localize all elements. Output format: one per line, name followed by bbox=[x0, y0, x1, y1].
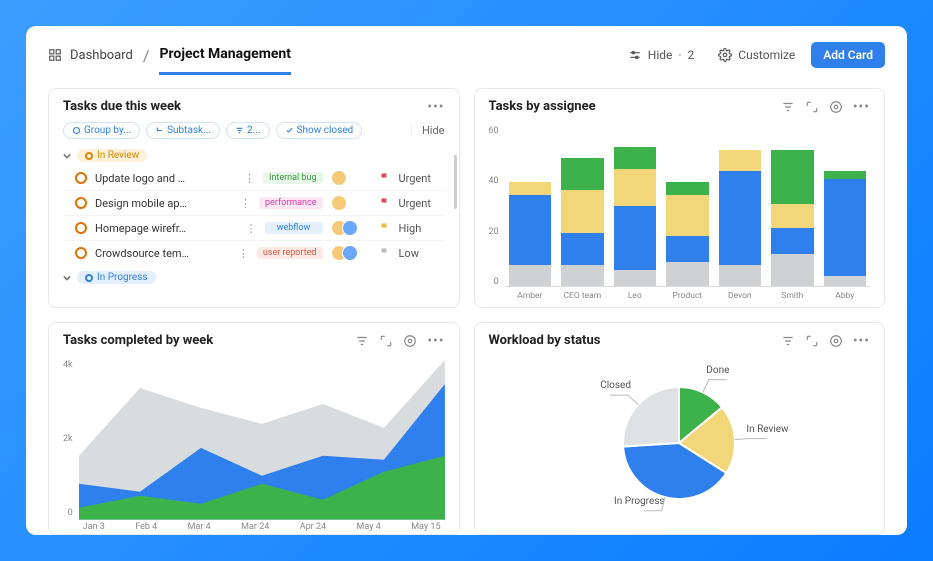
more-icon[interactable]: ••• bbox=[853, 100, 870, 114]
priority-label: Urgent bbox=[399, 197, 445, 210]
bar-column bbox=[771, 126, 813, 286]
workload-card: Workload by status ••• DoneIn ReviewIn P… bbox=[474, 322, 886, 535]
priority-flag-icon bbox=[379, 247, 391, 259]
task-toolbar: Group by... Subtask... 2... Show closed … bbox=[49, 122, 459, 147]
divider: ⋮ bbox=[238, 247, 249, 260]
hide-link[interactable]: Hide bbox=[411, 124, 445, 137]
task-tag: webflow bbox=[265, 222, 323, 234]
avatar bbox=[331, 195, 347, 211]
task-name: Homepage wirefr… bbox=[95, 222, 238, 235]
assignees bbox=[331, 195, 371, 211]
bar-column bbox=[824, 126, 866, 286]
assignees bbox=[331, 245, 371, 261]
area-chart: 4k2k0 Jan 3Feb 4Mar 4Mar 24Apr 24May 4Ma… bbox=[49, 356, 459, 534]
area-y-axis: 4k2k0 bbox=[63, 360, 73, 532]
task-row[interactable]: Update logo and … ⋮ Internal bug Urgent bbox=[63, 166, 445, 191]
bar-column bbox=[666, 126, 708, 286]
bar-plot-area bbox=[505, 126, 870, 287]
gear-icon[interactable] bbox=[829, 334, 843, 348]
pie-chart: DoneIn ReviewIn ProgressClosed bbox=[475, 356, 885, 534]
card-title: Tasks by assignee bbox=[489, 99, 781, 114]
gear-icon[interactable] bbox=[829, 100, 843, 114]
expand-icon[interactable] bbox=[805, 100, 819, 114]
bar-chart: 6040200 AmberCEO teamLeoProductDevonSmit… bbox=[475, 122, 885, 307]
dashboard-grid: Tasks due this week ••• Group by... Subt… bbox=[48, 76, 885, 535]
group-in-review[interactable]: In Review bbox=[63, 149, 445, 162]
tasks-due-card: Tasks due this week ••• Group by... Subt… bbox=[48, 88, 460, 308]
card-title: Tasks completed by week bbox=[63, 333, 355, 348]
add-card-button[interactable]: Add Card bbox=[811, 42, 885, 68]
caret-down-icon bbox=[63, 152, 71, 160]
group-by-pill[interactable]: Group by... bbox=[63, 122, 140, 139]
task-tag: user reported bbox=[257, 247, 323, 259]
task-row[interactable]: Design mobile ap… ⋮ performance Urgent bbox=[63, 191, 445, 216]
more-icon[interactable]: ••• bbox=[427, 334, 444, 348]
subtasks-pill[interactable]: Subtask... bbox=[146, 122, 220, 139]
bar-column bbox=[614, 126, 656, 286]
breadcrumb-separator: / bbox=[143, 46, 150, 65]
priority-flag-icon bbox=[379, 172, 391, 184]
header-bar: Dashboard / Project Management Hide · 2 … bbox=[48, 40, 885, 76]
tasks-by-assignee-card: Tasks by assignee ••• 6040200 AmberCEO t… bbox=[474, 88, 886, 308]
task-name: Design mobile ap… bbox=[95, 197, 232, 210]
filter-icon[interactable] bbox=[781, 100, 795, 114]
more-icon[interactable]: ••• bbox=[853, 334, 870, 348]
bar-column bbox=[509, 126, 551, 286]
status-circle-icon bbox=[75, 197, 87, 209]
card-title: Workload by status bbox=[489, 333, 781, 348]
sliders-icon bbox=[628, 48, 642, 62]
filter-icon[interactable] bbox=[781, 334, 795, 348]
bar-column bbox=[561, 126, 603, 286]
assignees bbox=[331, 220, 371, 236]
priority-label: Low bbox=[399, 247, 445, 260]
show-closed-pill[interactable]: Show closed bbox=[276, 122, 363, 139]
filter-pill[interactable]: 2... bbox=[226, 122, 270, 139]
bar-x-axis: AmberCEO teamLeoProductDevonSmithAbby bbox=[505, 287, 870, 301]
priority-label: High bbox=[399, 222, 445, 235]
priority-flag-icon bbox=[379, 222, 391, 234]
avatar bbox=[342, 220, 358, 236]
task-name: Crowdsource tem… bbox=[95, 247, 230, 260]
tasks-completed-card: Tasks completed by week ••• 4k2k0 Jan 3F… bbox=[48, 322, 460, 535]
status-circle-icon bbox=[75, 172, 87, 184]
task-tag: performance bbox=[259, 197, 323, 209]
group-in-progress[interactable]: In Progress bbox=[63, 271, 445, 284]
divider: ⋮ bbox=[244, 172, 255, 185]
divider: ⋮ bbox=[240, 197, 251, 210]
task-row[interactable]: Homepage wirefr… ⋮ webflow High bbox=[63, 216, 445, 241]
gear-icon[interactable] bbox=[403, 334, 417, 348]
bar-column bbox=[719, 126, 761, 286]
area-x-axis: Jan 3Feb 4Mar 4Mar 24Apr 24May 4May 15 bbox=[79, 520, 445, 532]
task-name: Update logo and … bbox=[95, 172, 236, 185]
expand-icon[interactable] bbox=[805, 334, 819, 348]
breadcrumb-current[interactable]: Project Management bbox=[159, 46, 290, 75]
hide-button[interactable]: Hide · 2 bbox=[620, 44, 703, 66]
dashboard-icon bbox=[48, 48, 62, 62]
customize-button[interactable]: Customize bbox=[710, 44, 803, 66]
avatar bbox=[331, 170, 347, 186]
breadcrumb-root[interactable]: Dashboard bbox=[70, 48, 133, 63]
avatar bbox=[342, 245, 358, 261]
bar-y-axis: 6040200 bbox=[489, 126, 499, 301]
task-row[interactable]: Crowdsource tem… ⋮ user reported Low bbox=[63, 241, 445, 265]
app-window: Dashboard / Project Management Hide · 2 … bbox=[26, 26, 907, 535]
caret-down-icon bbox=[63, 274, 71, 282]
card-title: Tasks due this week bbox=[63, 99, 427, 114]
priority-flag-icon bbox=[379, 197, 391, 209]
task-list: In Review Update logo and … ⋮ Internal b… bbox=[49, 147, 459, 307]
divider: ⋮ bbox=[246, 222, 257, 235]
expand-icon[interactable] bbox=[379, 334, 393, 348]
task-tag: Internal bug bbox=[263, 172, 323, 184]
gear-icon bbox=[718, 48, 732, 62]
priority-label: Urgent bbox=[399, 172, 445, 185]
scrollbar[interactable] bbox=[454, 155, 457, 209]
status-circle-icon bbox=[75, 247, 87, 259]
filter-icon[interactable] bbox=[355, 334, 369, 348]
assignees bbox=[331, 170, 371, 186]
more-icon[interactable]: ••• bbox=[427, 100, 444, 114]
status-circle-icon bbox=[75, 222, 87, 234]
area-plot bbox=[79, 360, 445, 520]
